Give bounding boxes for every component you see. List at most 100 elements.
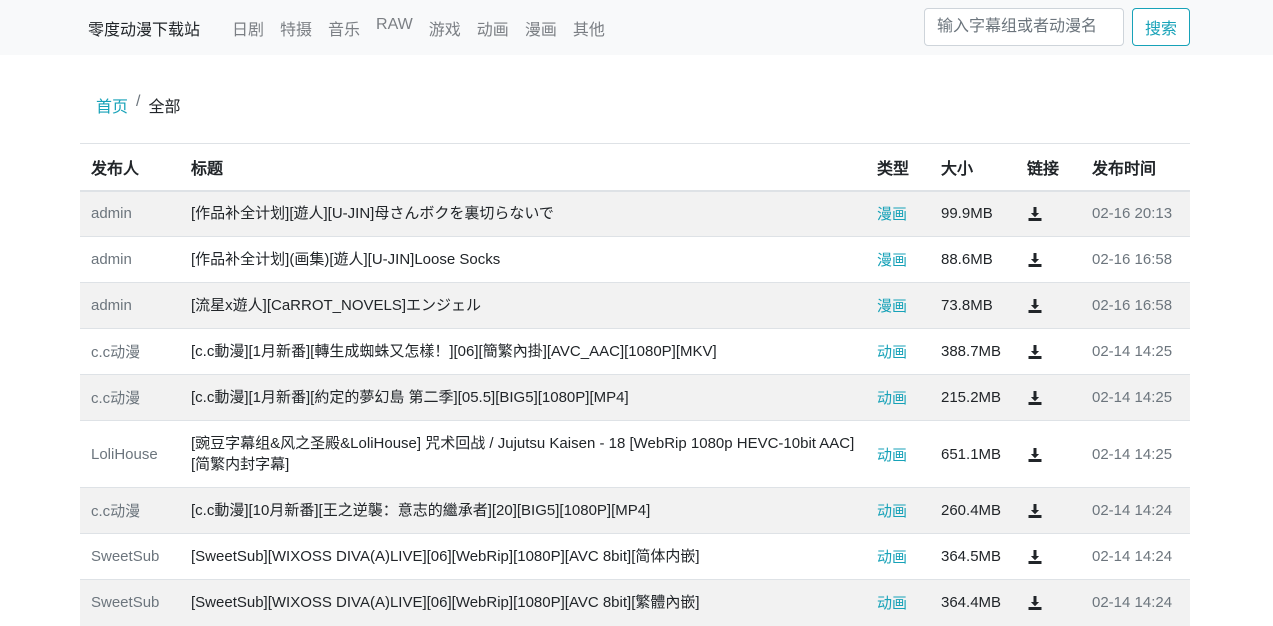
row-date: 02-14 14:24 (1081, 487, 1190, 534)
row-publisher[interactable]: SweetSub (80, 533, 180, 580)
header-publisher: 发布人 (80, 143, 180, 192)
row-size: 364.4MB (930, 579, 1016, 626)
nav-link-manga[interactable]: 漫画 (525, 16, 557, 40)
row-publisher[interactable]: admin (80, 236, 180, 283)
row-publisher[interactable]: c.c动漫 (80, 487, 180, 534)
row-type-cell: 动画 (866, 487, 930, 534)
download-icon[interactable] (1027, 205, 1043, 222)
row-type-cell: 漫画 (866, 190, 930, 237)
nav-link-tokusatsu[interactable]: 特摄 (280, 16, 312, 40)
row-size: 73.8MB (930, 282, 1016, 329)
row-publisher[interactable]: c.c动漫 (80, 374, 180, 421)
download-icon[interactable] (1027, 445, 1043, 462)
row-type-link[interactable]: 动画 (877, 447, 907, 464)
row-publisher[interactable]: admin (80, 282, 180, 329)
row-publisher[interactable]: SweetSub (80, 579, 180, 626)
row-type-cell: 动画 (866, 533, 930, 580)
nav-link-drama[interactable]: 日剧 (232, 16, 264, 40)
row-type-link[interactable]: 动画 (877, 390, 907, 407)
table-row: c.c动漫 [c.c動漫][10月新番][王之逆襲：意志的繼承者][20][BIG… (80, 487, 1190, 534)
row-date: 02-14 14:25 (1081, 374, 1190, 421)
search-button[interactable]: 搜索 (1132, 8, 1190, 46)
download-icon[interactable] (1027, 251, 1043, 268)
row-title[interactable]: [流星x遊人][CaRROT_NOVELS]エンジェル (180, 282, 866, 329)
row-title[interactable]: [作品补全计划](画集)[遊人][U-JIN]Loose Socks (180, 236, 866, 283)
table-row: LoliHouse [豌豆字幕组&风之圣殿&LoliHouse] 咒术回战 / J… (80, 420, 1190, 488)
table-row: admin [作品补全计划](画集)[遊人][U-JIN]Loose Socks 漫… (80, 236, 1190, 283)
row-type-link[interactable]: 动画 (877, 344, 907, 361)
row-type-link[interactable]: 漫画 (877, 206, 907, 223)
header-link: 链接 (1016, 143, 1081, 192)
breadcrumb-separator: / (136, 93, 141, 110)
row-size: 260.4MB (930, 487, 1016, 534)
row-date: 02-14 14:24 (1081, 533, 1190, 580)
download-icon[interactable] (1027, 502, 1043, 519)
breadcrumb: 首页 / 全部 (96, 93, 180, 117)
navbar: 零度动漫下载站 日剧 特摄 音乐 RAW 游戏 动画 漫画 其他 搜索 (0, 0, 1273, 55)
row-title[interactable]: [豌豆字幕组&风之圣殿&LoliHouse] 咒术回战 / Jujutsu Ka… (180, 420, 866, 488)
row-link-cell (1016, 236, 1081, 283)
row-title[interactable]: [c.c動漫][1月新番][約定的夢幻島 第二季][05.5][BIG5][10… (180, 374, 866, 421)
row-type-cell: 漫画 (866, 236, 930, 283)
site-brand[interactable]: 零度动漫下载站 (88, 16, 200, 40)
row-link-cell (1016, 374, 1081, 421)
row-type-cell: 漫画 (866, 282, 930, 329)
breadcrumb-home[interactable]: 首页 (96, 93, 128, 117)
row-title[interactable]: [c.c動漫][1月新番][轉生成蜘蛛又怎樣！][06][簡繁內掛][AVC_A… (180, 328, 866, 375)
table-row: admin [作品补全计划][遊人][U-JIN]母さんボクを裏切らないで 漫画 99… (80, 190, 1190, 237)
row-publisher[interactable]: admin (80, 190, 180, 237)
row-date: 02-16 16:58 (1081, 282, 1190, 329)
row-link-cell (1016, 420, 1081, 488)
row-size: 388.7MB (930, 328, 1016, 375)
download-icon[interactable] (1027, 594, 1043, 611)
table-row: SweetSub [SweetSub][WIXOSS DIVA(A)LIVE][0… (80, 579, 1190, 626)
row-type-cell: 动画 (866, 374, 930, 421)
row-date: 02-16 20:13 (1081, 190, 1190, 237)
table-header-row: 发布人 标题 类型 大小 链接 发布时间 (80, 143, 1190, 192)
search-input[interactable] (924, 8, 1124, 46)
row-link-cell (1016, 533, 1081, 580)
row-type-link[interactable]: 漫画 (877, 298, 907, 315)
row-type-link[interactable]: 漫画 (877, 252, 907, 269)
nav-link-games[interactable]: 游戏 (429, 16, 461, 40)
table-row: c.c动漫 [c.c動漫][1月新番][轉生成蜘蛛又怎樣！][06][簡繁內掛][… (80, 328, 1190, 375)
row-publisher[interactable]: c.c动漫 (80, 328, 180, 375)
row-title[interactable]: [c.c動漫][10月新番][王之逆襲：意志的繼承者][20][BIG5][10… (180, 487, 866, 534)
download-icon[interactable] (1027, 389, 1043, 406)
row-title[interactable]: [SweetSub][WIXOSS DIVA(A)LIVE][06][WebRi… (180, 579, 866, 626)
row-size: 651.1MB (930, 420, 1016, 488)
row-type-cell: 动画 (866, 328, 930, 375)
header-size: 大小 (930, 143, 1016, 192)
row-date: 02-14 14:25 (1081, 328, 1190, 375)
download-icon[interactable] (1027, 343, 1043, 360)
nav-link-raw[interactable]: RAW (376, 16, 413, 40)
download-icon[interactable] (1027, 297, 1043, 314)
row-date: 02-16 16:58 (1081, 236, 1190, 283)
row-publisher[interactable]: LoliHouse (80, 420, 180, 488)
row-link-cell (1016, 282, 1081, 329)
row-size: 99.9MB (930, 190, 1016, 237)
row-link-cell (1016, 328, 1081, 375)
row-size: 215.2MB (930, 374, 1016, 421)
header-title: 标题 (180, 143, 866, 192)
header-type: 类型 (866, 143, 930, 192)
nav-link-music[interactable]: 音乐 (328, 16, 360, 40)
row-title[interactable]: [SweetSub][WIXOSS DIVA(A)LIVE][06][WebRi… (180, 533, 866, 580)
row-type-link[interactable]: 动画 (877, 595, 907, 612)
row-type-cell: 动画 (866, 579, 930, 626)
nav-link-anime[interactable]: 动画 (477, 16, 509, 40)
torrent-table: 发布人 标题 类型 大小 链接 发布时间 admin [作品补全计划][遊人][U… (80, 143, 1190, 626)
table-row: admin [流星x遊人][CaRROT_NOVELS]エンジェル 漫画 73.8MB… (80, 282, 1190, 329)
row-link-cell (1016, 487, 1081, 534)
row-type-link[interactable]: 动画 (877, 549, 907, 566)
row-date: 02-14 14:24 (1081, 579, 1190, 626)
row-size: 88.6MB (930, 236, 1016, 283)
row-link-cell (1016, 579, 1081, 626)
download-icon[interactable] (1027, 548, 1043, 565)
header-date: 发布时间 (1081, 143, 1190, 192)
nav-link-other[interactable]: 其他 (573, 16, 605, 40)
row-type-link[interactable]: 动画 (877, 503, 907, 520)
row-type-cell: 动画 (866, 420, 930, 488)
row-date: 02-14 14:25 (1081, 420, 1190, 488)
row-title[interactable]: [作品补全计划][遊人][U-JIN]母さんボクを裏切らないで (180, 190, 866, 237)
